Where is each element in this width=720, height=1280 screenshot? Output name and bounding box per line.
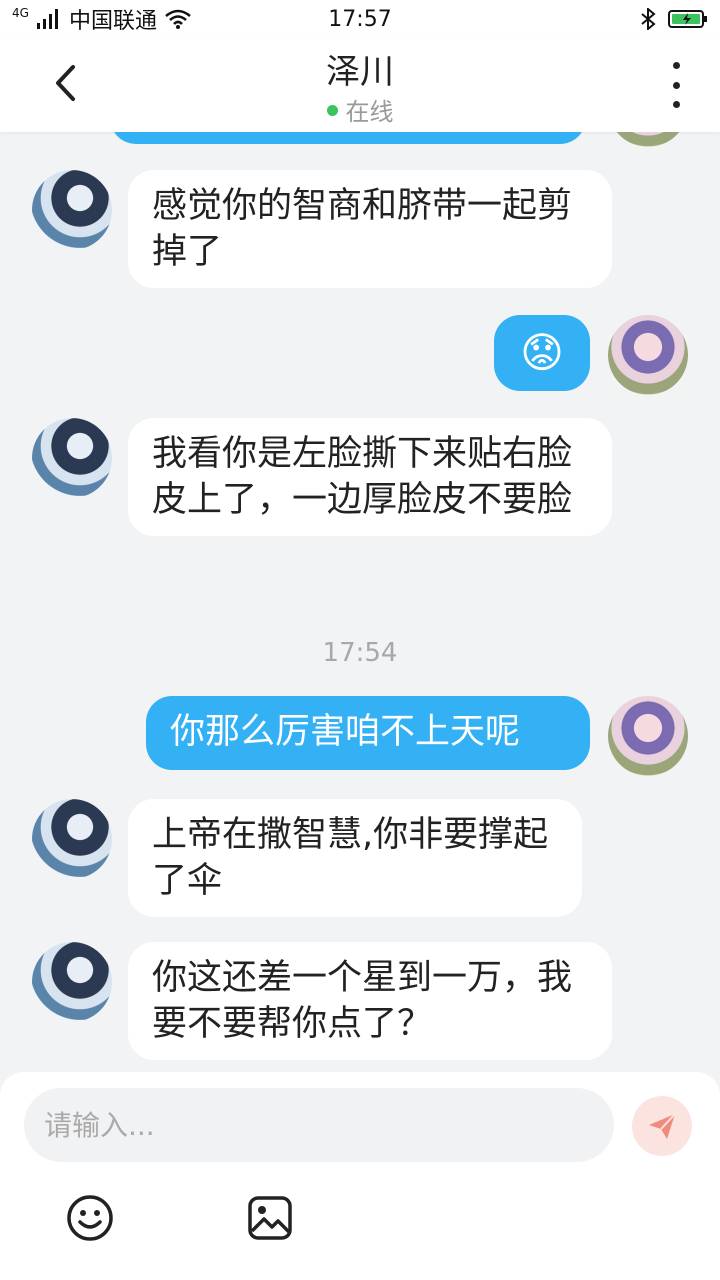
chat-title: 泽川 bbox=[326, 52, 394, 92]
contact-avatar[interactable] bbox=[32, 170, 112, 250]
emoji-icon bbox=[67, 1195, 113, 1241]
online-status-label: 在线 bbox=[345, 98, 394, 126]
composer bbox=[0, 1072, 720, 1280]
my-avatar[interactable] bbox=[608, 132, 688, 147]
my-avatar[interactable] bbox=[608, 315, 688, 395]
message-bubble-incoming[interactable]: 感觉你的智商和脐带一起剪掉了 bbox=[128, 170, 612, 288]
online-status: 在线 bbox=[0, 92, 720, 127]
message-bubble-outgoing[interactable]: 你那么厉害咱不上天呢 bbox=[146, 696, 590, 770]
emoji-button[interactable] bbox=[66, 1194, 114, 1242]
status-time: 17:57 bbox=[328, 6, 392, 32]
message-bubble-incoming[interactable]: 上帝在撒智慧,你非要撑起了伞 bbox=[128, 799, 582, 917]
online-dot bbox=[326, 104, 338, 116]
send-icon bbox=[649, 1113, 676, 1139]
sad-face-icon: 😟 bbox=[520, 328, 564, 377]
status-bar: 4G 中国联通 17:57 bbox=[0, 0, 720, 38]
contact-avatar[interactable] bbox=[32, 418, 112, 498]
more-button[interactable] bbox=[662, 62, 690, 108]
contact-avatar[interactable] bbox=[32, 799, 112, 879]
more-vertical-icon bbox=[672, 62, 680, 69]
image-icon bbox=[248, 1196, 292, 1240]
message-timestamp: 17:54 bbox=[322, 638, 398, 668]
message-list[interactable]: 感觉你的智商和脐带一起剪掉了 😟 我看你是左脸撕下来贴右脸皮上了，一边厚脸皮不要… bbox=[0, 132, 720, 1072]
message-bubble-incoming[interactable]: 我看你是左脸撕下来贴右脸皮上了，一边厚脸皮不要脸 bbox=[128, 418, 612, 536]
my-avatar[interactable] bbox=[608, 696, 688, 776]
chat-header: 泽川 在线 bbox=[0, 38, 720, 132]
message-input[interactable] bbox=[24, 1088, 614, 1162]
message-bubble-outgoing[interactable]: 😟 bbox=[494, 315, 590, 391]
contact-avatar[interactable] bbox=[32, 942, 112, 1022]
previous-message-bubble[interactable] bbox=[110, 132, 586, 144]
send-button[interactable] bbox=[632, 1096, 692, 1156]
message-bubble-incoming[interactable]: 你这还差一个星到一万，我要不要帮你点了？ bbox=[128, 942, 612, 1060]
image-button[interactable] bbox=[246, 1194, 294, 1242]
